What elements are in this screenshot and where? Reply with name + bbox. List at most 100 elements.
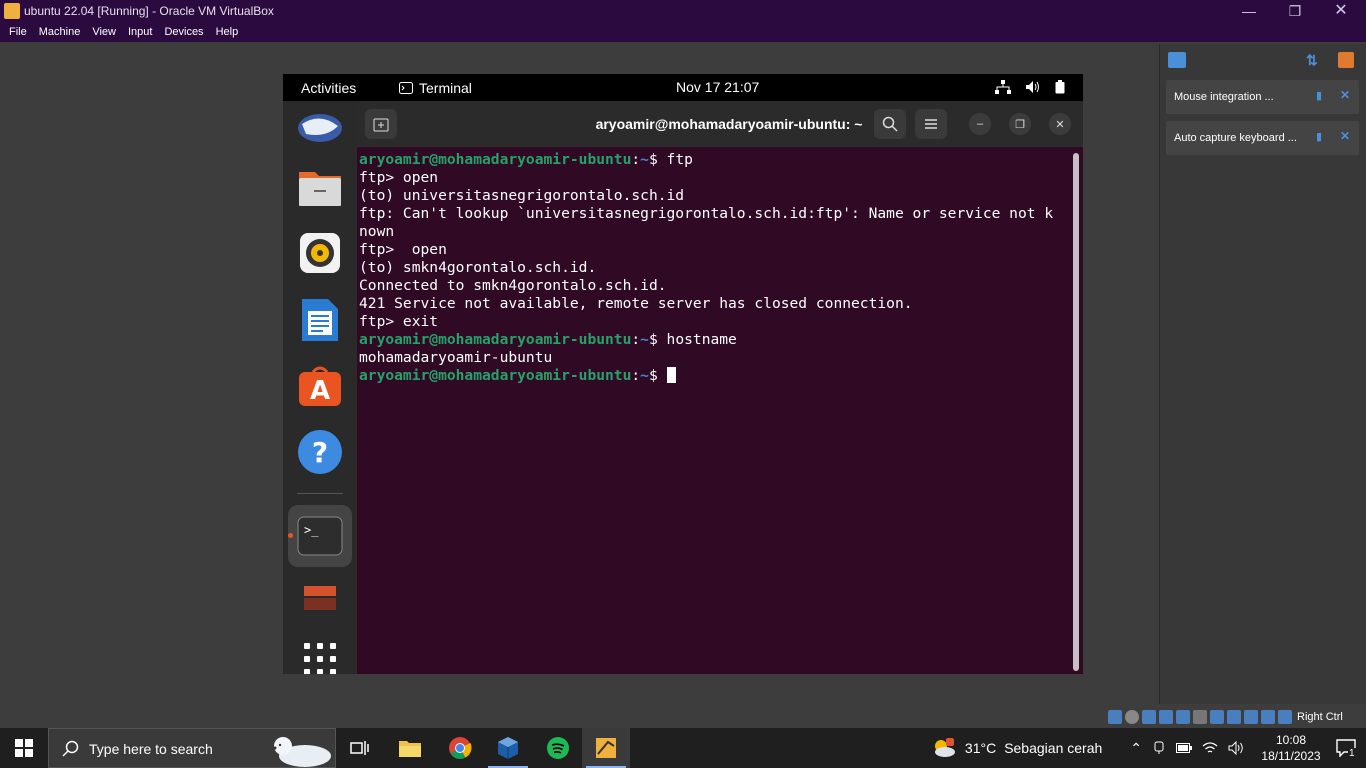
spotify-button[interactable] [534,728,582,768]
prompt-user: aryoamir@mohamadaryoamir-ubuntu [359,151,632,168]
window-title: ubuntu 22.04 [Running] - Oracle VM Virtu… [24,4,274,18]
prompt-user: aryoamir@mohamadaryoamir-ubuntu [359,331,632,348]
notification-count: 1 [1348,748,1356,759]
trash-icon[interactable] [293,571,347,625]
windows-taskbar: Type here to search 31°C Sebagian cerah … [0,728,1366,768]
terminal-output-line: (to) smkn4gorontalo.sch.id. [359,259,597,276]
terminal-output-line: ftp: Can't lookup `universitasnegrigoron… [359,205,1054,222]
thunderbird-icon[interactable] [293,101,347,155]
command-text: ftp [657,151,693,168]
pin-icon[interactable]: ▮ [1316,130,1322,143]
task-view-button[interactable] [336,728,384,768]
hamburger-icon [925,119,937,129]
shared-folders-icon[interactable] [1193,710,1207,724]
optical-drive-icon[interactable] [1125,710,1139,724]
clock[interactable]: Nov 17 21:07 [676,79,759,95]
running-indicator [288,533,293,538]
dismiss-icon[interactable]: ✕ [1340,88,1350,102]
libreoffice-writer-icon[interactable] [293,293,347,347]
svg-text:A: A [310,376,330,406]
weather-partly-sunny-icon [934,738,955,757]
wifi-icon[interactable] [1202,741,1218,755]
weather-widget[interactable]: 31°C Sebagian cerah [931,737,1102,759]
app-menu[interactable]: Terminal [399,80,472,96]
menu-devices[interactable]: Devices [164,26,211,38]
weather-description: Sebagian cerah [1004,740,1103,756]
prompt-path: ~ [640,331,649,348]
start-button[interactable] [0,728,48,768]
chevron-up-icon[interactable]: ⌃ [1130,740,1142,757]
file-explorer-button[interactable] [386,728,434,768]
search-button[interactable] [874,109,906,139]
hard-disk-icon[interactable] [1108,710,1122,724]
restore-icon[interactable]: ❐ [1272,0,1318,22]
dock-separator [297,493,343,494]
command-text: hostname [657,331,737,348]
battery-icon [1055,80,1065,94]
clear-all-icon[interactable] [1338,52,1354,68]
notification-text: Mouse integration ... [1174,91,1274,103]
display-icon[interactable] [1210,710,1224,724]
usb-device-icon[interactable] [1152,741,1166,755]
sort-icon[interactable]: ⇅ [1306,52,1318,69]
notification-center: ⇅ Mouse integration ... ▮ ✕ Auto capture… [1159,44,1366,704]
system-menu[interactable] [995,80,1065,94]
recording-icon[interactable] [1227,710,1241,724]
terminal-output-line: mohamadaryoamir-ubuntu [359,349,553,366]
network-adapter-icon[interactable] [1159,710,1173,724]
prompt-path: ~ [640,151,649,168]
virtualbox-app-icon [4,3,20,19]
speaker-icon[interactable] [1228,741,1246,755]
maximize-button[interactable]: ❐ [1009,113,1031,135]
chrome-button[interactable] [436,728,484,768]
ubuntu-dock: A ? >_ [283,101,357,674]
menu-machine[interactable]: Machine [39,26,89,38]
terminal-output[interactable]: aryoamir@mohamadaryoamir-ubuntu:~$ ftp ft… [359,151,1069,671]
notification-item[interactable]: Auto capture keyboard ... ▮ ✕ [1166,121,1359,155]
notification-item[interactable]: Mouse integration ... ▮ ✕ [1166,80,1359,114]
close-icon[interactable]: ✕ [1318,0,1364,22]
minimize-button[interactable]: – [969,113,991,135]
menu-button[interactable] [915,109,947,139]
show-apps-icon[interactable] [293,632,347,674]
tray-time: 10:08 [1275,733,1307,747]
terminal-output-line: ftp> exit [359,313,439,330]
terminal-dock-icon[interactable]: >_ [288,505,352,567]
activities-button[interactable]: Activities [301,80,356,96]
minimize-icon[interactable]: — [1226,0,1272,22]
menu-help[interactable]: Help [216,26,247,38]
mouse-integration-icon[interactable] [1261,710,1275,724]
ubuntu-software-icon[interactable]: A [293,359,347,413]
windows-logo-icon [15,739,33,757]
terminal-scrollbar[interactable] [1073,153,1079,671]
vbox-menubar: File Machine View Input Devices Help [0,22,1366,42]
tray-icons: ⌃ [1130,740,1246,757]
rhythmbox-icon[interactable] [293,226,347,280]
virtualbox-vm-button[interactable] [582,728,630,768]
menu-file[interactable]: File [9,26,35,38]
virtualbox-manager-button[interactable] [484,728,532,768]
notification-center-icon[interactable] [1168,52,1186,68]
usb-icon[interactable] [1176,710,1190,724]
system-tray: 31°C Sebagian cerah ⌃ 10:08 18/11/2023 1 [931,728,1366,768]
terminal-output-line: 421 Service not available, remote server… [359,295,913,312]
help-icon[interactable]: ? [293,425,347,479]
terminal-cursor [666,367,676,383]
pin-icon[interactable]: ▮ [1316,89,1322,102]
keyboard-capture-icon[interactable] [1278,710,1292,724]
action-center-button[interactable]: 1 [1326,728,1366,768]
cpu-icon[interactable] [1244,710,1258,724]
menu-input[interactable]: Input [128,26,160,38]
audio-icon[interactable] [1142,710,1156,724]
clock-area[interactable]: 10:08 18/11/2023 [1256,732,1326,764]
guest-screen[interactable]: Activities Terminal Nov 17 21:07 A ? >_ … [283,74,1083,674]
notification-text: Auto capture keyboard ... [1174,132,1297,144]
taskbar-search[interactable]: Type here to search [48,728,336,768]
menu-view[interactable]: View [92,26,124,38]
terminal-output-line: ftp> open [359,169,439,186]
files-icon[interactable] [293,160,347,214]
battery-icon[interactable] [1176,742,1192,754]
dismiss-icon[interactable]: ✕ [1340,129,1350,143]
close-button[interactable]: ✕ [1049,113,1071,135]
terminal-window[interactable]: aryoamir@mohamadaryoamir-ubuntu: ~ – ❐ ✕… [357,101,1083,674]
